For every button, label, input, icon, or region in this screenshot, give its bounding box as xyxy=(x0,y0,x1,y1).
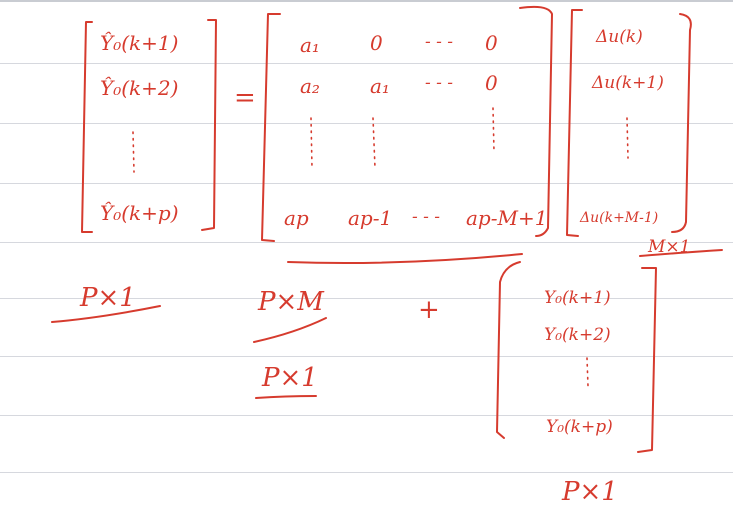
matrix-close-bracket xyxy=(519,5,553,237)
y0-vector-entry-2: Y₀(k+2) xyxy=(544,325,611,345)
delta-vector-vertical-dots xyxy=(626,117,629,159)
matrix-col4-vertical-dots xyxy=(492,107,495,153)
y0-vector-entry-last: Y₀(k+p) xyxy=(546,417,613,437)
matrix-r1-c4: 0 xyxy=(485,31,498,55)
matrix-r2-c3: - - - xyxy=(425,73,453,93)
y0-vector-vertical-dots xyxy=(586,357,589,387)
matrix-r1-c3: - - - xyxy=(425,32,453,52)
left-vector: Ŷ₀(k+1) Ŷ₀(k+2) Ŷ₀(k+p) xyxy=(81,19,217,233)
matrix-dimension-underline xyxy=(253,317,327,343)
delta-vector-open-bracket xyxy=(566,9,583,237)
left-vector-entry-1: Ŷ₀(k+1) xyxy=(100,31,178,55)
delta-vector-entry-2: Δu(k+1) xyxy=(591,73,664,93)
matrix-rlast-c1: ap xyxy=(284,206,309,230)
coefficient-matrix: a₁ 0 - - - 0 a₂ a₁ - - - 0 ap ap-1 - - -… xyxy=(261,5,553,242)
plus-sign: + xyxy=(418,295,440,325)
left-vector-entry-2: Ŷ₀(k+2) xyxy=(100,76,178,100)
matrix-dimension: P×M xyxy=(257,287,325,317)
delta-vector-entry-1: Δu(k) xyxy=(595,27,643,47)
matrix-rlast-c3: - - - xyxy=(412,207,440,227)
left-vector-entry-last: Ŷ₀(k+p) xyxy=(100,201,179,225)
matrix-col1-vertical-dots xyxy=(310,117,313,169)
matrix-r1-c1: a₁ xyxy=(300,33,320,57)
product-dimension: P×1 xyxy=(261,363,318,393)
y0-vector-close-bracket xyxy=(637,267,657,453)
y0-vector: Y₀(k+1) Y₀(k+2) Y₀(k+p) xyxy=(496,261,657,453)
left-vector-vertical-dots xyxy=(132,131,135,173)
equals-sign: = xyxy=(234,83,256,113)
matrix-r2-c2: a₁ xyxy=(370,74,390,98)
product-dimension-underline xyxy=(255,395,317,399)
matrix-r1-c2: 0 xyxy=(370,31,383,55)
y0-vector-open-bracket xyxy=(496,261,521,439)
matrix-rlast-c4: ap-M+1 xyxy=(466,206,547,230)
handwriting-canvas: Ŷ₀(k+1) Ŷ₀(k+2) Ŷ₀(k+p) = a₁ 0 - - - 0 a… xyxy=(51,5,723,507)
matrix-underline xyxy=(287,253,523,264)
left-vector-dimension: P×1 xyxy=(79,283,136,313)
matrix-col2-vertical-dots xyxy=(372,117,376,169)
matrix-r2-c1: a₂ xyxy=(300,74,320,98)
matrix-r2-c4: 0 xyxy=(485,71,498,95)
y0-vector-entry-1: Y₀(k+1) xyxy=(544,288,611,308)
delta-vector-close-bracket xyxy=(671,13,692,233)
matrix-open-bracket xyxy=(261,13,281,242)
delta-u-vector: Δu(k) Δu(k+1) Δu(k+M-1) xyxy=(566,9,692,237)
delta-vector-entry-last: Δu(k+M-1) xyxy=(579,210,658,226)
matrix-rlast-c2: ap-1 xyxy=(348,206,392,230)
y0-vector-dimension: P×1 xyxy=(561,477,618,507)
left-vector-open-bracket xyxy=(81,21,93,233)
left-vector-close-bracket xyxy=(201,19,217,231)
